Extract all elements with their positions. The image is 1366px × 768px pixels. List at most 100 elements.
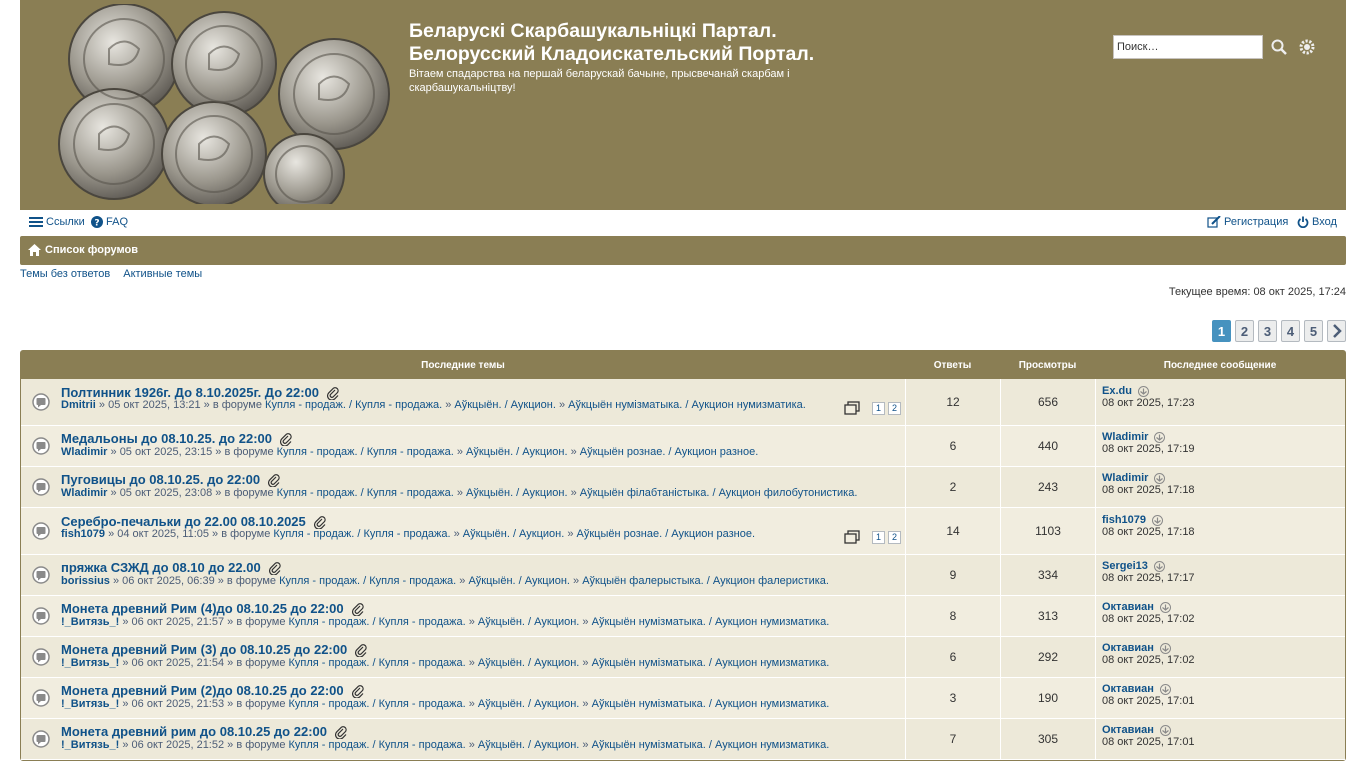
topic-forum[interactable]: Купля - продаж. / Купля - продажа.: [265, 399, 442, 411]
topic-subsubforum[interactable]: Аўкцыён рознае. / Аукцион разное.: [577, 528, 756, 540]
topic-title[interactable]: Пуговицы до 08.10.25. до 22:00: [61, 472, 260, 487]
view-latest-post-icon[interactable]: [1159, 724, 1171, 736]
topic-forum[interactable]: Купля - продаж. / Купля - продажа.: [289, 616, 466, 628]
topic-subforum[interactable]: Аўкцыён. / Аукцион.: [478, 657, 580, 669]
topic-author[interactable]: !_Витязь_!: [61, 657, 119, 669]
page-button[interactable]: 1: [1212, 320, 1231, 342]
active-topics-link[interactable]: Активные темы: [123, 268, 202, 280]
topic-subsubforum[interactable]: Аўкцыён нумізматыка. / Аукцион нумизмати…: [568, 399, 806, 411]
topic-title[interactable]: Монета древний Рим (3) до 08.10.25 до 22…: [61, 642, 347, 657]
topic-page-link[interactable]: 1: [872, 401, 885, 415]
view-latest-post-icon[interactable]: [1154, 431, 1166, 443]
topic-author[interactable]: Wladimir: [61, 487, 107, 499]
coins-logo[interactable]: [54, 4, 394, 204]
topic-subforum[interactable]: Аўкцыён. / Аукцион.: [466, 487, 568, 499]
topic-subforum[interactable]: Аўкцыён. / Аукцион.: [478, 616, 580, 628]
page-button[interactable]: 2: [1235, 320, 1254, 342]
next-page-button[interactable]: [1327, 320, 1346, 342]
topic-subsubforum[interactable]: Аўкцыён нумізматыка. / Аукцион нумизмати…: [592, 616, 830, 628]
topic-author[interactable]: Dmitrii: [61, 399, 96, 411]
views-count: 292: [1000, 637, 1095, 677]
site-description: Вітаем спадарства на першай беларускай б…: [409, 68, 790, 94]
search-icon[interactable]: [1270, 38, 1288, 56]
last-post-author[interactable]: Wladimir: [1102, 431, 1148, 443]
view-latest-post-icon[interactable]: [1137, 385, 1149, 397]
topic-forum[interactable]: Купля - продаж. / Купля - продажа.: [277, 487, 454, 499]
topic-forum[interactable]: Купля - продаж. / Купля - продажа.: [289, 739, 466, 751]
nav-login[interactable]: Вход: [1297, 216, 1337, 228]
views-count: 313: [1000, 596, 1095, 636]
topic-subforum[interactable]: Аўкцыён. / Аукцион.: [463, 528, 565, 540]
topic-author[interactable]: !_Витязь_!: [61, 698, 119, 710]
topic-forum[interactable]: Купля - продаж. / Купля - продажа.: [289, 657, 466, 669]
topic-meta: fish1079 » 04 окт 2025, 11:05 » в форуме…: [61, 528, 756, 540]
topic-forum[interactable]: Купля - продаж. / Купля - продажа.: [289, 698, 466, 710]
topic-meta: !_Витязь_! » 06 окт 2025, 21:57 » в фору…: [61, 616, 830, 628]
topic-title[interactable]: Серебро-печальки до 22.00 08.10.2025: [61, 514, 306, 529]
topic-page-link[interactable]: 2: [888, 401, 901, 415]
last-post-author[interactable]: Wladimir: [1102, 472, 1148, 484]
view-latest-post-icon[interactable]: [1159, 642, 1171, 654]
topic-title[interactable]: Медальоны до 08.10.25. до 22:00: [61, 431, 272, 446]
topic-forum[interactable]: Купля - продаж. / Купля - продажа.: [273, 528, 450, 540]
topic-author[interactable]: !_Витязь_!: [61, 616, 119, 628]
nav-register[interactable]: Регистрация: [1207, 216, 1288, 228]
view-latest-post-icon[interactable]: [1154, 472, 1166, 484]
topic-subsubforum[interactable]: Аўкцыён фалерыстыка. / Аукцион фалеристи…: [582, 575, 829, 587]
search-input[interactable]: [1113, 35, 1263, 59]
topic-page-link[interactable]: 1: [872, 530, 885, 544]
topic-title[interactable]: пряжка СЗЖД до 08.10 до 22.00: [61, 560, 261, 575]
last-post-author[interactable]: Ex.du: [1102, 385, 1132, 397]
topic-subforum[interactable]: Аўкцыён. / Аукцион.: [478, 739, 580, 751]
topic-cell: Монета древний Рим (4)до 08.10.25 до 22:…: [21, 596, 905, 636]
topic-title[interactable]: Полтинник 1926г. До 8.10.2025г. До 22:00: [61, 385, 319, 400]
topic-meta: borissius » 06 окт 2025, 06:39 » в форум…: [61, 575, 829, 587]
topic-title[interactable]: Монета древний рим до 08.10.25 до 22:00: [61, 724, 327, 739]
views-count: 243: [1000, 467, 1095, 507]
topic-author[interactable]: borissius: [61, 575, 110, 587]
page-button[interactable]: 4: [1281, 320, 1300, 342]
topic-title[interactable]: Монета древний Рим (4)до 08.10.25 до 22:…: [61, 601, 344, 616]
last-post-time: 08 окт 2025, 17:23: [1102, 397, 1195, 409]
topic-read-icon: [32, 730, 50, 748]
page-button[interactable]: 5: [1304, 320, 1323, 342]
topic-read-icon: [32, 648, 50, 666]
topic-subsubforum[interactable]: Аўкцыён рознае. / Аукцион разное.: [580, 446, 759, 458]
topic-title-wrap: Пуговицы до 08.10.25. до 22:00: [61, 472, 280, 487]
topic-subsubforum[interactable]: Аўкцыён філабтаністыка. / Аукцион филобу…: [580, 487, 858, 499]
nav-links[interactable]: Ссылки: [29, 216, 85, 228]
nav-faq[interactable]: ? FAQ: [91, 216, 128, 228]
unanswered-link[interactable]: Темы без ответов: [20, 268, 110, 280]
last-post-author[interactable]: fish1079: [1102, 514, 1146, 526]
topic-author[interactable]: fish1079: [61, 528, 105, 540]
topic-forum[interactable]: Купля - продаж. / Купля - продажа.: [277, 446, 454, 458]
gear-icon[interactable]: [1298, 38, 1316, 56]
last-post-author[interactable]: Sergei13: [1102, 560, 1148, 572]
view-latest-post-icon[interactable]: [1159, 601, 1171, 613]
view-latest-post-icon[interactable]: [1152, 514, 1164, 526]
view-latest-post-icon[interactable]: [1159, 683, 1171, 695]
topic-author[interactable]: Wladimir: [61, 446, 107, 458]
topic-subforum[interactable]: Аўкцыён. / Аукцион.: [466, 446, 568, 458]
topic-subforum[interactable]: Аўкцыён. / Аукцион.: [468, 575, 570, 587]
topic-author[interactable]: !_Витязь_!: [61, 739, 119, 751]
view-latest-post-icon[interactable]: [1153, 560, 1165, 572]
search-box: [1113, 35, 1323, 59]
topic-title[interactable]: Монета древний Рим (2)до 08.10.25 до 22:…: [61, 683, 344, 698]
last-post-author[interactable]: Октавиан: [1102, 724, 1154, 736]
last-post-author[interactable]: Октавиан: [1102, 683, 1154, 695]
topic-subsubforum[interactable]: Аўкцыён нумізматыка. / Аукцион нумизмати…: [592, 698, 830, 710]
table-row: Монета древний Рим (2)до 08.10.25 до 22:…: [21, 678, 1345, 719]
topic-subsubforum[interactable]: Аўкцыён нумізматыка. / Аукцион нумизмати…: [592, 657, 830, 669]
breadcrumb-home[interactable]: Список форумов: [28, 244, 138, 256]
last-post-author[interactable]: Октавиан: [1102, 642, 1154, 654]
topic-subforum[interactable]: Аўкцыён. / Аукцион.: [478, 698, 580, 710]
topic-subsubforum[interactable]: Аўкцыён нумізматыка. / Аукцион нумизмати…: [592, 739, 830, 751]
topic-cell: Монета древний Рим (3) до 08.10.25 до 22…: [21, 637, 905, 677]
topic-page-link[interactable]: 2: [888, 530, 901, 544]
last-post-author[interactable]: Октавиан: [1102, 601, 1154, 613]
header-views: Просмотры: [1018, 360, 1077, 371]
page-button[interactable]: 3: [1258, 320, 1277, 342]
topic-forum[interactable]: Купля - продаж. / Купля - продажа.: [279, 575, 456, 587]
topic-subforum[interactable]: Аўкцыён. / Аукцион.: [454, 399, 556, 411]
